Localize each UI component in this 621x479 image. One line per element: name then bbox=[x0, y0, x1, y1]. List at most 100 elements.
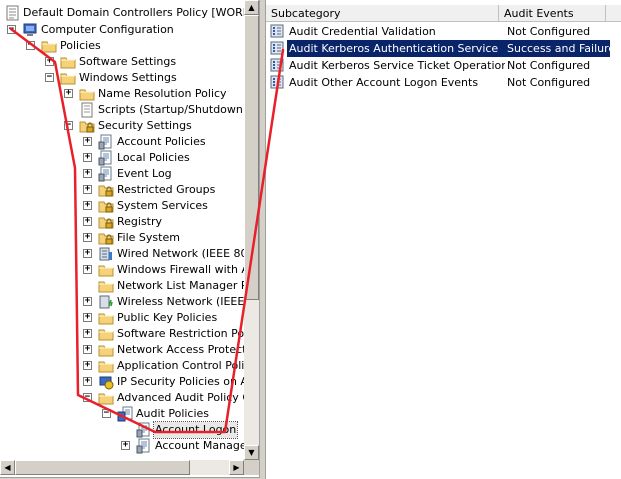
expand-icon[interactable]: + bbox=[83, 313, 92, 322]
tree-item-advanced-audit-policy-con[interactable]: − Advanced Audit Policy Con bbox=[0, 390, 244, 406]
expand-icon[interactable]: + bbox=[83, 249, 92, 258]
scroll-up-button[interactable]: ▲ bbox=[244, 0, 259, 15]
network-icon bbox=[98, 246, 114, 262]
column-header-filler bbox=[606, 5, 621, 22]
tree-item-file-system[interactable]: + File System bbox=[0, 230, 244, 246]
tree-item-root-policy[interactable]: Default Domain Controllers Policy [WORK2… bbox=[0, 5, 244, 21]
tree-item-local-policies[interactable]: + Local Policies bbox=[0, 150, 244, 166]
subcategory-cell: Audit Kerberos Service Ticket Operations bbox=[289, 59, 505, 72]
tree-item-event-log[interactable]: + Event Log bbox=[0, 166, 244, 182]
tree-item-wireless-network-ieee-80[interactable]: + Wireless Network (IEEE 80 bbox=[0, 294, 244, 310]
expand-icon[interactable]: + bbox=[64, 89, 73, 98]
tree-item-system-services[interactable]: + System Services bbox=[0, 198, 244, 214]
audit-events-cell: Not Configured bbox=[507, 76, 591, 89]
tree-item-label: Wired Network (IEEE 802. bbox=[117, 247, 244, 260]
tree-item-account-managem[interactable]: + Account Managem bbox=[0, 438, 244, 454]
expand-icon[interactable]: + bbox=[83, 185, 92, 194]
folder-icon bbox=[98, 342, 114, 358]
expand-icon[interactable]: + bbox=[83, 201, 92, 210]
expand-icon[interactable]: + bbox=[83, 345, 92, 354]
folder-icon bbox=[79, 86, 95, 102]
collapse-icon[interactable]: − bbox=[83, 393, 92, 402]
tree-item-windows-settings[interactable]: − Windows Settings bbox=[0, 70, 244, 86]
tree-item-label: Account Policies bbox=[117, 135, 206, 148]
column-header-subcategory[interactable]: Subcategory bbox=[266, 5, 499, 22]
expand-icon[interactable]: + bbox=[83, 361, 92, 370]
wireless-icon bbox=[98, 294, 114, 310]
collapse-icon[interactable]: − bbox=[45, 73, 54, 82]
tree-item-ip-security-policies-on-act[interactable]: + IP Security Policies on Act bbox=[0, 374, 244, 390]
tree-horizontal-scrollbar[interactable]: ◀ ▶ bbox=[0, 460, 244, 475]
tree-item-network-list-manager-poli[interactable]: Network List Manager Poli bbox=[0, 278, 244, 294]
audit-events-cell: Success and Failure bbox=[505, 40, 616, 57]
tree-item-label: Event Log bbox=[117, 167, 172, 180]
tree-item-restricted-groups[interactable]: + Restricted Groups bbox=[0, 182, 244, 198]
script-icon bbox=[79, 102, 95, 118]
ipsec-icon bbox=[98, 374, 114, 390]
tree-item-label: Local Policies bbox=[117, 151, 190, 164]
list-item[interactable]: Audit Kerberos Service Ticket Operations… bbox=[270, 57, 610, 74]
folder-icon bbox=[98, 326, 114, 342]
scroll-thumb-vertical[interactable] bbox=[244, 15, 259, 300]
tree-item-name-resolution-policy[interactable]: + Name Resolution Policy bbox=[0, 86, 244, 102]
audit-subcategory-icon bbox=[270, 41, 284, 55]
expand-icon[interactable]: + bbox=[83, 297, 92, 306]
security-folder-icon bbox=[98, 182, 114, 198]
tree-item-scripts-startup-shutdown[interactable]: Scripts (Startup/Shutdown) bbox=[0, 102, 244, 118]
scroll-down-button[interactable]: ▼ bbox=[244, 445, 259, 460]
list-item[interactable]: Audit Other Account Logon Events Not Conf… bbox=[270, 74, 610, 91]
column-header-audit-events[interactable]: Audit Events bbox=[499, 5, 606, 22]
tree-item-wired-network-ieee-802[interactable]: + Wired Network (IEEE 802. bbox=[0, 246, 244, 262]
expand-icon[interactable]: + bbox=[83, 137, 92, 146]
tree-item-label: IP Security Policies on Act bbox=[117, 375, 244, 388]
tree-item-account-logon[interactable]: Account Logon bbox=[0, 421, 244, 439]
expand-icon[interactable]: + bbox=[83, 217, 92, 226]
tree-item-network-access-protectio[interactable]: + Network Access Protectio bbox=[0, 342, 244, 358]
tree-item-label: Application Control Policie bbox=[117, 359, 244, 372]
collapse-icon[interactable]: − bbox=[26, 41, 35, 50]
expand-icon[interactable]: + bbox=[83, 329, 92, 338]
expand-icon[interactable]: + bbox=[83, 233, 92, 242]
collapse-icon[interactable]: − bbox=[64, 121, 73, 130]
tree-item-account-policies[interactable]: + Account Policies bbox=[0, 134, 244, 150]
tree-item-label: Software Restriction Polic bbox=[117, 327, 244, 340]
tree-item-registry[interactable]: + Registry bbox=[0, 214, 244, 230]
expand-icon[interactable]: + bbox=[121, 441, 130, 450]
policy-icon bbox=[136, 422, 152, 438]
tree-item-windows-firewall-with-adv[interactable]: + Windows Firewall with Adv bbox=[0, 262, 244, 278]
tree-item-policies[interactable]: − Policies bbox=[0, 38, 244, 54]
tree-item-computer-configuration[interactable]: − Computer Configuration bbox=[0, 22, 244, 38]
subcategory-cell: Audit Credential Validation bbox=[289, 25, 436, 38]
tree-item-label: Audit Policies bbox=[136, 407, 210, 420]
collapse-icon[interactable]: − bbox=[7, 25, 16, 34]
tree-item-software-restriction-polic[interactable]: + Software Restriction Polic bbox=[0, 326, 244, 342]
expand-icon[interactable]: + bbox=[83, 153, 92, 162]
scroll-left-button[interactable]: ◀ bbox=[0, 460, 15, 475]
tree-item-software-settings[interactable]: + Software Settings bbox=[0, 54, 244, 70]
tree-vertical-scrollbar[interactable]: ▲ ▼ bbox=[244, 0, 259, 460]
console-tree[interactable]: Default Domain Controllers Policy [WORK2… bbox=[0, 0, 244, 460]
expand-icon[interactable]: + bbox=[83, 265, 92, 274]
list-item[interactable]: Audit Credential Validation Not Configure… bbox=[270, 23, 610, 40]
expand-icon[interactable]: + bbox=[83, 377, 92, 386]
expand-icon[interactable]: + bbox=[45, 57, 54, 66]
tree-item-security-settings[interactable]: − Security Settings bbox=[0, 118, 244, 134]
list-item[interactable]: Audit Kerberos Authentication Service Suc… bbox=[270, 40, 616, 57]
console-tree-pane[interactable]: Default Domain Controllers Policy [WORK2… bbox=[0, 0, 260, 478]
tree-item-public-key-policies[interactable]: + Public Key Policies bbox=[0, 310, 244, 326]
details-list-pane[interactable]: Subcategory Audit Events Audit Credentia… bbox=[265, 0, 621, 479]
expand-icon[interactable]: + bbox=[83, 169, 92, 178]
tree-item-application-control-policie[interactable]: + Application Control Policie bbox=[0, 358, 244, 374]
scroll-thumb-horizontal[interactable] bbox=[15, 460, 190, 475]
audit-icon bbox=[117, 406, 133, 422]
policy-icon bbox=[136, 438, 152, 454]
security-folder-icon bbox=[79, 118, 95, 134]
collapse-icon[interactable]: − bbox=[102, 409, 111, 418]
tree-item-label: Registry bbox=[117, 215, 163, 228]
tree-item-audit-policies[interactable]: − Audit Policies bbox=[0, 406, 244, 422]
computer-icon bbox=[22, 22, 38, 38]
tree-item-label: Advanced Audit Policy Con bbox=[117, 391, 244, 404]
scroll-right-button[interactable]: ▶ bbox=[229, 460, 244, 475]
tree-item-label: Network List Manager Poli bbox=[117, 279, 244, 292]
tree-root-label: Default Domain Controllers Policy [WORK2… bbox=[23, 6, 244, 19]
